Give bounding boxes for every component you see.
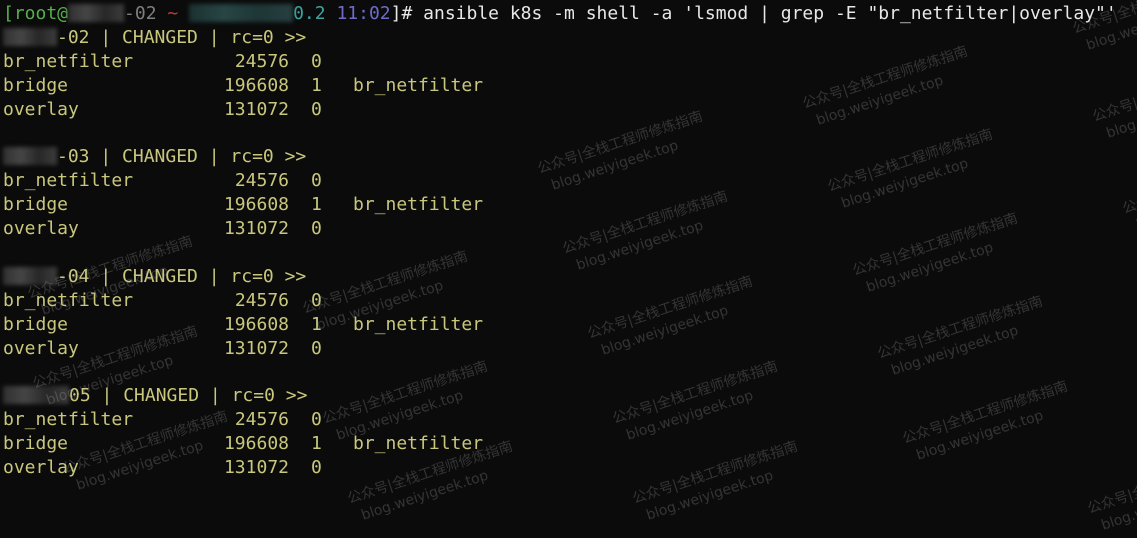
- watermark-text: 公众号|全栈工程师修炼指南: [585, 273, 755, 343]
- prompt-user: [root@: [3, 3, 69, 24]
- module-refcount: 1: [311, 313, 322, 335]
- module-refcount: 1: [311, 433, 322, 455]
- module-used-by: br_netfilter: [353, 313, 484, 335]
- module-used-by: br_netfilter: [353, 74, 484, 96]
- module-row: overlay 131072 0: [3, 337, 603, 361]
- host-result-header: 05 | CHANGED | rc=0 >>: [3, 384, 307, 408]
- module-size: 196608: [223, 433, 289, 455]
- watermark-url: blog.weiyigeek.top: [889, 322, 1021, 379]
- module-size: 196608: [223, 194, 289, 216]
- module-used-by: br_netfilter: [353, 194, 484, 216]
- module-refcount: 0: [311, 457, 322, 479]
- module-size: 24576: [234, 289, 289, 311]
- module-size: 131072: [223, 98, 289, 120]
- watermark-url: blog.weiyigeek.top: [624, 387, 756, 444]
- command-text: ansible k8s -m shell -a 'lsmod | grep -E…: [423, 3, 1117, 24]
- watermark-url: blog.weiyigeek.top: [1099, 477, 1137, 534]
- host-result-header: -04 | CHANGED | rc=0 >>: [3, 265, 306, 289]
- module-used-by: br_netfilter: [353, 433, 484, 455]
- watermark: 公众号|全栈工程师修炼指南 blog.weiyigeek.top: [585, 272, 762, 363]
- prompt-host: -02: [124, 3, 157, 24]
- watermark-text: 公众号|全栈工程师修炼指南: [850, 210, 1020, 280]
- watermark-url: blog.weiyigeek.top: [839, 155, 971, 212]
- module-size: 24576: [234, 409, 289, 431]
- module-size: 24576: [234, 170, 289, 192]
- watermark-text: 公众号|全栈工程师修炼指南: [875, 293, 1045, 363]
- module-size: 196608: [223, 313, 289, 335]
- prompt-symbol: ]#: [390, 3, 424, 24]
- watermark: 公众号|全栈工程师修炼指南 blog.weiyigeek.top: [825, 125, 1002, 216]
- watermark-text: 公众号|全栈工程师修炼指南: [1090, 56, 1137, 126]
- watermark: 公众号|全栈工程师修炼指南 blog.weiyigeek.top: [610, 357, 787, 448]
- watermark: 公众号|全栈工程师修炼指南 blog.weiyigeek.top: [875, 292, 1052, 383]
- module-row: bridge 196608 1 br_netfilter: [3, 74, 603, 98]
- module-row: br_netfilter 24576 0: [3, 289, 603, 313]
- watermark-url: blog.weiyigeek.top: [1104, 85, 1137, 142]
- watermark: 公众号|全栈工程师修炼指南 blog.weiyigeek.top: [630, 437, 807, 528]
- prompt-line: [root@ -02 ~ 0.2 11:02]# ansible k8s -m s…: [3, 2, 1117, 26]
- prompt-time: 11:02: [336, 3, 391, 24]
- module-size: 131072: [223, 218, 289, 240]
- redacted-hostname: [3, 27, 57, 46]
- prompt-dir: ~: [167, 3, 179, 24]
- module-row: overlay 131072 0: [3, 98, 603, 122]
- module-size: 24576: [234, 50, 289, 72]
- module-size: 196608: [223, 74, 289, 96]
- host-status: | CHANGED | rc=0 >>: [90, 385, 308, 407]
- module-refcount: 0: [311, 50, 322, 72]
- module-refcount: 0: [311, 409, 322, 431]
- host-suffix: -04: [57, 265, 90, 287]
- host-status: | CHANGED | rc=0 >>: [89, 265, 307, 287]
- watermark-url: blog.weiyigeek.top: [814, 72, 946, 129]
- watermark-text: 公众号|全栈工程师修炼指南: [825, 126, 995, 196]
- watermark: 公众号|全栈工程师修炼指南 blog.weiyigeek.top: [1085, 447, 1137, 538]
- redacted-ip: [189, 4, 294, 22]
- module-row: br_netfilter 24576 0: [3, 408, 603, 432]
- watermark: 公众号|全栈工程师修炼指南 blog.weiyigeek.top: [900, 377, 1077, 468]
- host-status: | CHANGED | rc=0 >>: [89, 26, 307, 48]
- watermark-text: 公众号|全栈工程师修炼指南: [630, 438, 800, 508]
- watermark-url: blog.weiyigeek.top: [644, 467, 776, 524]
- host-suffix: -02: [57, 26, 90, 48]
- host-result-header: -03 | CHANGED | rc=0 >>: [3, 145, 306, 169]
- module-refcount: 1: [311, 194, 322, 216]
- module-refcount: 0: [311, 218, 322, 240]
- host-suffix: 05: [69, 385, 91, 407]
- module-row: bridge 196608 1 br_netfilter: [3, 313, 603, 337]
- watermark-url: blog.weiyigeek.top: [914, 407, 1046, 464]
- watermark-text: 公众号|全栈工程师修炼指南: [610, 358, 780, 428]
- module-size: 131072: [223, 337, 289, 359]
- module-row: bridge 196608 1 br_netfilter: [3, 193, 603, 217]
- redacted-hostname: [3, 266, 57, 285]
- watermark-text: 公众号|全栈工程师修炼指南: [900, 378, 1070, 448]
- module-row: bridge 196608 1 br_netfilter: [3, 432, 603, 456]
- host-suffix: -03: [57, 146, 90, 168]
- watermark-url: blog.weiyigeek.top: [864, 239, 996, 296]
- module-size: 131072: [223, 457, 289, 479]
- redacted-hostname: [3, 147, 57, 166]
- module-row: br_netfilter 24576 0: [3, 50, 603, 74]
- watermark-text: 公众号|全栈工程师修炼指南: [1120, 148, 1137, 218]
- module-refcount: 0: [311, 337, 322, 359]
- watermark: 公众号|全栈工程师修炼指南 blog.weiyigeek.top: [800, 42, 977, 133]
- host-status: | CHANGED | rc=0 >>: [89, 146, 307, 168]
- watermark-text: 公众号|全栈工程师修炼指南: [1085, 448, 1137, 518]
- module-refcount: 0: [311, 170, 322, 192]
- prompt-ip: 0.2: [293, 3, 326, 24]
- watermark: 公众号|全栈工程师修炼指南 blog.weiyigeek.top: [850, 209, 1027, 300]
- module-row: overlay 131072 0: [3, 456, 603, 480]
- redacted-hostname: [3, 386, 69, 405]
- host-result-header: -02 | CHANGED | rc=0 >>: [3, 26, 306, 50]
- module-row: overlay 131072 0: [3, 217, 603, 241]
- module-refcount: 0: [311, 289, 322, 311]
- watermark: 公众号|全栈工程师修炼指南 blog.weiyigeek.top: [1090, 55, 1137, 146]
- module-row: br_netfilter 24576 0: [3, 169, 603, 193]
- module-refcount: 1: [311, 74, 322, 96]
- watermark-url: blog.weiyigeek.top: [599, 302, 731, 359]
- watermark-url: blog.weiyigeek.top: [1134, 177, 1137, 234]
- watermark: 公众号|全栈工程师修炼指南 blog.weiyigeek.top: [1120, 147, 1137, 238]
- redacted-hostname: [68, 4, 125, 22]
- module-refcount: 0: [311, 98, 322, 120]
- watermark-text: 公众号|全栈工程师修炼指南: [800, 43, 970, 113]
